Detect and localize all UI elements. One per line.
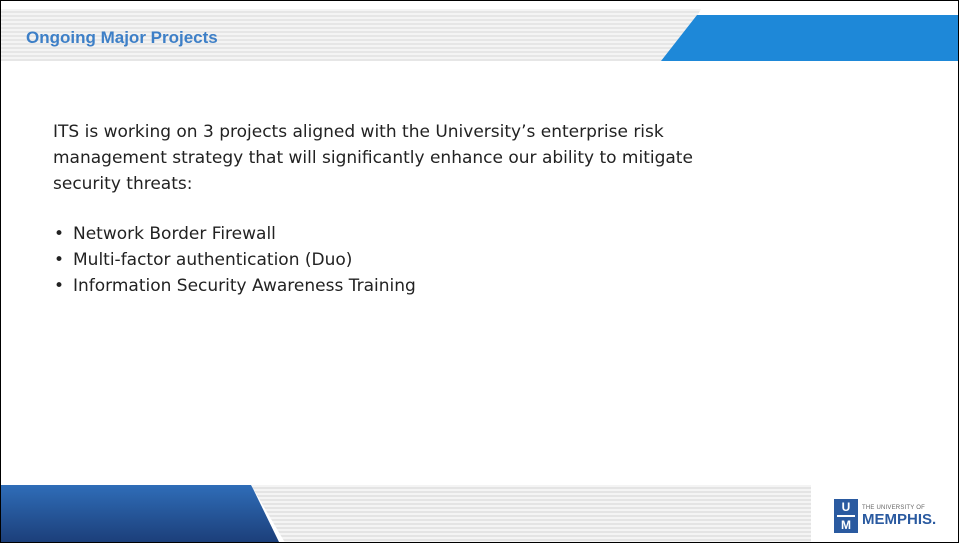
project-item-firewall: Network Border Firewall — [53, 221, 733, 247]
project-item-training: Information Security Awareness Training — [53, 273, 733, 299]
logo-mark-divider — [837, 515, 855, 517]
footer-blue-accent — [1, 485, 279, 542]
logo-mark-top: U — [841, 500, 851, 514]
project-list: Network Border Firewall Multi-factor aut… — [53, 221, 733, 299]
slide: Ongoing Major Projects ITS is working on… — [0, 0, 959, 543]
logo-name: MEMPHIS. — [862, 510, 937, 528]
logo-mark-bottom: M — [841, 518, 851, 532]
logo-mark-icon: U M — [834, 499, 858, 533]
intro-paragraph: ITS is working on 3 projects aligned wit… — [53, 122, 693, 194]
logo-wordmark: THE UNIVERSITY OF MEMPHIS. — [862, 505, 936, 528]
slide-content: ITS is working on 3 projects aligned wit… — [53, 119, 733, 299]
project-item-mfa: Multi-factor authentication (Duo) — [53, 247, 733, 273]
university-logo: U M THE UNIVERSITY OF MEMPHIS. — [834, 498, 944, 534]
header-blue-accent — [661, 15, 958, 61]
footer-stripe-band — [251, 485, 811, 542]
slide-title: Ongoing Major Projects — [26, 28, 218, 47]
